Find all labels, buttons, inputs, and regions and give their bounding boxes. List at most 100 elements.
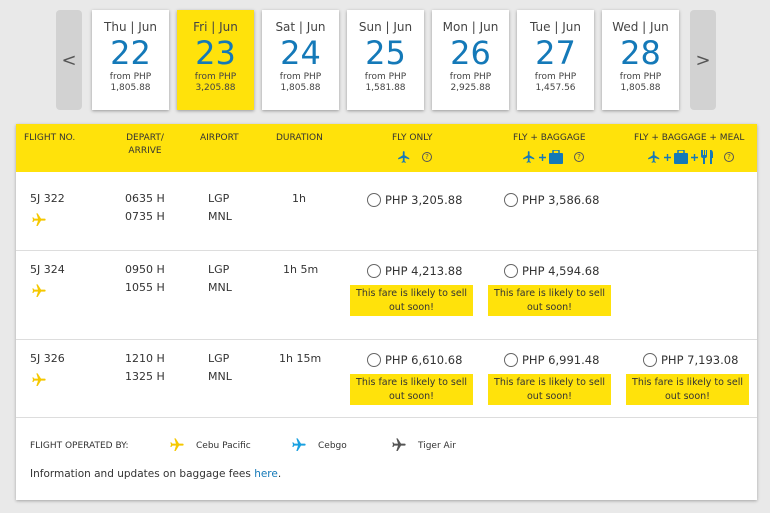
date-number: 25	[365, 34, 406, 72]
date-price: 1,805.88	[620, 83, 661, 93]
plus-icon	[539, 153, 546, 161]
carrier-label: Cebgo	[318, 441, 347, 451]
fare-price: PHP 6,991.48	[522, 353, 600, 367]
info-icon[interactable]: ?	[574, 152, 584, 162]
flight-number: 5J 322	[30, 192, 65, 205]
date-price: 1,805.88	[280, 83, 321, 93]
plane-icon	[523, 151, 535, 163]
fare-radio[interactable]	[643, 353, 657, 367]
sellout-badge: This fare is likely to sell out soon!	[350, 374, 473, 405]
flight-row: 5J 324 0950 H 1055 H LGP MNL 1h 5m PHP 4…	[16, 251, 757, 340]
date-price: 1,457.56	[535, 83, 576, 93]
date-price: 1,581.88	[365, 83, 406, 93]
date-label: Wed | Jun	[612, 20, 669, 34]
date-card-thu-22[interactable]: Thu | Jun 22 from PHP 1,805.88	[92, 10, 169, 110]
date-selector: < Thu | Jun 22 from PHP 1,805.88 Fri | J…	[56, 10, 716, 110]
date-card-wed-28[interactable]: Wed | Jun 28 from PHP 1,805.88	[602, 10, 679, 110]
fare-fly-only[interactable]: PHP 3,205.88	[367, 193, 462, 207]
carrier-label: Cebu Pacific	[196, 441, 251, 451]
prev-dates-button[interactable]: <	[56, 10, 82, 110]
date-card-fri-23[interactable]: Fri | Jun 23 from PHP 3,205.88	[177, 10, 254, 110]
destination-airport: MNL	[208, 370, 232, 383]
plus-icon	[664, 153, 671, 161]
header-airport: AIRPORT	[200, 133, 239, 143]
sellout-badge: This fare is likely to sell out soon!	[626, 374, 749, 405]
date-card-mon-26[interactable]: Mon | Jun 26 from PHP 2,925.88	[432, 10, 509, 110]
cebgo-plane-icon	[292, 438, 306, 451]
header-depart-arrive: DEPART/ ARRIVE	[125, 132, 165, 158]
fare-radio[interactable]	[504, 193, 518, 207]
meal-icon	[701, 150, 713, 164]
date-number: 28	[620, 34, 661, 72]
sellout-badge: This fare is likely to sell out soon!	[350, 285, 473, 316]
flights-panel: FLIGHT NO. DEPART/ ARRIVE AIRPORT DURATI…	[16, 124, 757, 500]
plane-icon	[648, 151, 660, 163]
baggage-fees-link[interactable]: here	[254, 468, 278, 480]
fare-fly-baggage-meal[interactable]: PHP 7,193.08	[643, 353, 738, 367]
date-label: Sat | Jun	[275, 20, 326, 34]
date-price: 1,805.88	[110, 83, 151, 93]
date-number: 26	[450, 34, 491, 72]
depart-time: 1210 H	[125, 352, 165, 365]
arrive-time: 0735 H	[125, 210, 165, 223]
header-duration: DURATION	[276, 133, 323, 143]
tiger-air-plane-icon	[392, 438, 406, 451]
fare-radio[interactable]	[367, 353, 381, 367]
date-number: 22	[110, 34, 151, 72]
fare-fly-only[interactable]: PHP 6,610.68	[367, 353, 462, 367]
header-arrive-label: ARRIVE	[128, 146, 162, 156]
date-label: Mon | Jun	[442, 20, 499, 34]
destination-airport: MNL	[208, 281, 232, 294]
date-number: 23	[195, 34, 236, 72]
date-from-label: from PHP	[279, 72, 322, 82]
origin-airport: LGP	[208, 263, 230, 276]
table-header: FLIGHT NO. DEPART/ ARRIVE AIRPORT DURATI…	[16, 124, 757, 172]
info-icon[interactable]: ?	[724, 152, 734, 162]
date-card-tue-27[interactable]: Tue | Jun 27 from PHP 1,457.56	[517, 10, 594, 110]
date-number: 27	[535, 34, 576, 72]
fare-price: PHP 3,205.88	[385, 193, 463, 207]
plus-icon	[691, 153, 698, 161]
fare-fly-baggage[interactable]: PHP 3,586.68	[504, 193, 599, 207]
date-price: 2,925.88	[450, 83, 491, 93]
arrive-time: 1325 H	[125, 370, 165, 383]
fare-fly-baggage[interactable]: PHP 4,594.68	[504, 264, 599, 278]
date-label: Thu | Jun	[104, 20, 157, 34]
header-fly-baggage-meal: FLY + BAGGAGE + MEAL	[634, 133, 745, 143]
flight-row: 5J 326 1210 H 1325 H LGP MNL 1h 15m PHP …	[16, 340, 757, 418]
fly-baggage-icons: ?	[521, 150, 584, 164]
header-fly-baggage: FLY + BAGGAGE	[513, 133, 586, 143]
date-card-sun-25[interactable]: Sun | Jun 25 from PHP 1,581.88	[347, 10, 424, 110]
date-card-sat-24[interactable]: Sat | Jun 24 from PHP 1,805.88	[262, 10, 339, 110]
plane-icon	[32, 213, 46, 226]
fare-price: PHP 6,610.68	[385, 353, 463, 367]
plane-icon	[32, 284, 46, 297]
fare-radio[interactable]	[504, 264, 518, 278]
fly-baggage-meal-icons: ?	[646, 150, 734, 164]
date-from-label: from PHP	[194, 72, 237, 82]
baggage-info-end: .	[277, 468, 282, 480]
baggage-info-text: Information and updates on baggage fees	[30, 468, 255, 480]
date-from-label: from PHP	[449, 72, 492, 82]
header-depart-label: DEPART/	[126, 133, 164, 143]
flight-row: 5J 322 0635 H 0735 H LGP MNL 1h PHP 3,20…	[16, 172, 757, 251]
date-from-label: from PHP	[534, 72, 577, 82]
fare-price: PHP 4,594.68	[522, 264, 600, 278]
info-icon[interactable]: ?	[422, 152, 432, 162]
date-from-label: from PHP	[364, 72, 407, 82]
chevron-right-icon: >	[695, 49, 711, 71]
flight-duration: 1h	[292, 192, 306, 205]
origin-airport: LGP	[208, 352, 230, 365]
fare-radio[interactable]	[504, 353, 518, 367]
fare-price: PHP 7,193.08	[661, 353, 739, 367]
chevron-left-icon: <	[61, 49, 77, 71]
fare-radio[interactable]	[367, 264, 381, 278]
operated-by-label: FLIGHT OPERATED BY:	[30, 441, 129, 451]
fare-fly-only[interactable]: PHP 4,213.88	[367, 264, 462, 278]
baggage-icon	[674, 150, 688, 164]
flight-number: 5J 324	[30, 263, 65, 276]
fare-fly-baggage[interactable]: PHP 6,991.48	[504, 353, 599, 367]
next-dates-button[interactable]: >	[690, 10, 716, 110]
fare-radio[interactable]	[367, 193, 381, 207]
cebu-pacific-plane-icon	[170, 438, 184, 451]
